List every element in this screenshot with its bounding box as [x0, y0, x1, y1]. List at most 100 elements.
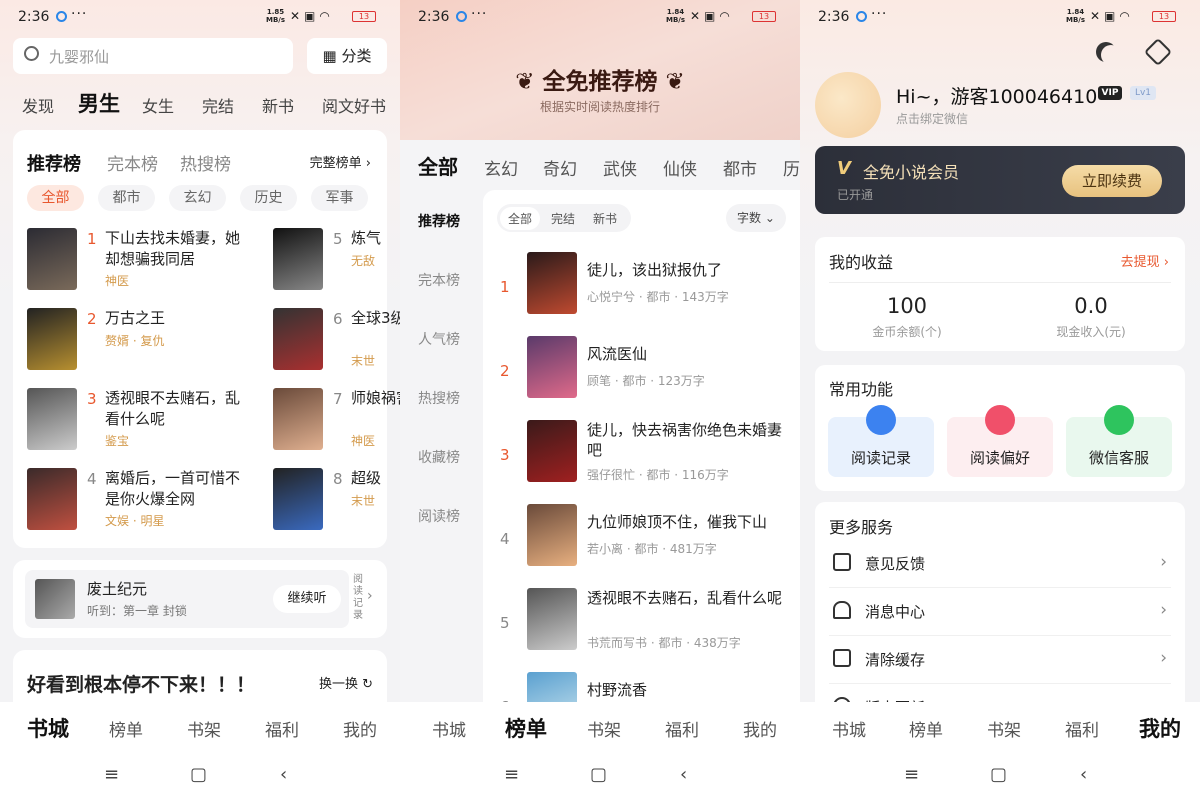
sidebar-item[interactable]: 人气榜: [418, 329, 460, 349]
tab-bookshelf[interactable]: 书架: [987, 716, 1021, 741]
tab-welfare[interactable]: 福利: [665, 716, 699, 741]
listening-item[interactable]: 废土纪元 听到：第一章 封锁 继续听: [25, 570, 349, 628]
tab-rankings[interactable]: 榜单: [109, 716, 143, 741]
genre-tab[interactable]: 都市: [723, 155, 757, 180]
full-list-link[interactable]: 完整榜单 ›: [310, 152, 371, 171]
tab-recommend-rank[interactable]: 推荐榜: [27, 150, 81, 176]
filter-new[interactable]: 新书: [593, 210, 617, 227]
tab-welfare[interactable]: 福利: [265, 716, 299, 741]
list-item[interactable]: 2 万古之王 赘婿 · 复仇: [27, 308, 217, 370]
list-item[interactable]: 8 超级 末世: [273, 468, 400, 530]
tab-discover[interactable]: 发现: [22, 93, 54, 117]
settings-icon[interactable]: [1143, 37, 1173, 67]
home-icon[interactable]: ▢: [990, 764, 1007, 785]
sidebar-item[interactable]: 推荐榜: [418, 211, 460, 231]
category-button[interactable]: ▦ 分类: [307, 38, 387, 74]
chip-history[interactable]: 历史: [240, 185, 297, 211]
tab-mine[interactable]: 我的: [743, 716, 777, 741]
chip-city[interactable]: 都市: [98, 185, 155, 211]
genre-tab[interactable]: 武侠: [603, 155, 637, 180]
menu-icon[interactable]: ≡: [504, 764, 519, 785]
back-icon[interactable]: ‹: [1080, 764, 1087, 785]
clear-cache-row[interactable]: 清除缓存 ›: [815, 636, 1185, 684]
book-meta: 顾笔 · 都市 · 123万字: [587, 374, 705, 388]
list-item[interactable]: 1 下山去找未婚妻，她却想骗我同居 神医: [27, 228, 240, 290]
profile-screen: 2:36 ··· 1.84 MB/s ✕▣◠ 13 Hi~，游客100046410…: [800, 0, 1200, 800]
tab-good-books[interactable]: 阅文好书: [322, 93, 386, 117]
home-icon[interactable]: ▢: [190, 764, 207, 785]
genre-tab[interactable]: 奇幻: [543, 155, 577, 180]
reading-history-button[interactable]: 阅读记录: [828, 405, 934, 477]
tab-hot-search-rank[interactable]: 热搜榜: [180, 150, 231, 175]
tab-finished[interactable]: 完结: [202, 93, 234, 117]
tab-mine[interactable]: 我的: [1139, 713, 1181, 743]
sidebar-item[interactable]: 收藏榜: [418, 447, 460, 467]
feedback-row[interactable]: 意见反馈 ›: [815, 540, 1185, 588]
tab-male[interactable]: 男生: [78, 88, 120, 118]
genre-tab[interactable]: 玄幻: [484, 155, 518, 180]
genre-tab[interactable]: 仙侠: [663, 155, 697, 180]
menu-icon[interactable]: ≡: [104, 764, 119, 785]
tab-mine[interactable]: 我的: [343, 716, 377, 741]
night-mode-icon[interactable]: [1101, 45, 1121, 65]
search-input[interactable]: 九婴邪仙: [13, 38, 293, 74]
continue-listen-button[interactable]: 继续听: [273, 585, 341, 613]
list-item[interactable]: 4 离婚后，一首可惜不是你火爆全网 文娱 · 明星: [27, 468, 240, 530]
filter-finished[interactable]: 完结: [551, 210, 575, 227]
tab-new[interactable]: 新书: [262, 93, 294, 117]
bind-wechat-link[interactable]: 点击绑定微信: [896, 110, 968, 127]
tab-bookstore[interactable]: 书城: [27, 713, 69, 743]
home-icon[interactable]: ▢: [590, 764, 607, 785]
vip-badge: VIP: [1098, 86, 1122, 100]
tab-bookshelf[interactable]: 书架: [187, 716, 221, 741]
list-item[interactable]: 5 透视眼不去赌石，乱看什么呢 书荒而写书 · 都市 · 438万字: [483, 588, 800, 658]
chip-fantasy[interactable]: 玄幻: [169, 185, 226, 211]
filter-all[interactable]: 全部: [500, 207, 541, 230]
word-count-sort[interactable]: 字数 ⌄: [726, 204, 786, 232]
tab-welfare[interactable]: 福利: [1065, 716, 1099, 741]
tab-rankings[interactable]: 榜单: [909, 716, 943, 741]
chevron-right-icon: ›: [1160, 600, 1167, 620]
tab-female[interactable]: 女生: [142, 93, 174, 117]
list-item[interactable]: 2 风流医仙 顾笔 · 都市 · 123万字: [483, 336, 800, 406]
chip-all[interactable]: 全部: [27, 185, 84, 211]
level-badge: Lv1: [1130, 86, 1156, 100]
tab-bookstore[interactable]: 书城: [832, 716, 866, 741]
back-icon[interactable]: ‹: [680, 764, 687, 785]
back-icon[interactable]: ‹: [280, 764, 287, 785]
tab-complete-rank[interactable]: 完本榜: [107, 150, 158, 175]
sidebar-item[interactable]: 热搜榜: [418, 388, 460, 408]
reading-preference-button[interactable]: 阅读偏好: [947, 405, 1053, 477]
list-item[interactable]: 7 师娘祸害 神医: [273, 388, 400, 450]
reading-history-link[interactable]: 阅读记录: [353, 574, 365, 622]
list-item[interactable]: 3 透视眼不去赌石，乱看什么呢 鉴宝: [27, 388, 240, 450]
list-item[interactable]: 5 炼气 无敌: [273, 228, 400, 290]
list-item[interactable]: 3 徒儿，快去祸害你绝色未婚妻吧 强仔很忙 · 都市 · 116万字: [483, 420, 800, 490]
sidebar-item[interactable]: 阅读榜: [418, 506, 460, 526]
tab-bookshelf[interactable]: 书架: [587, 716, 621, 741]
withdraw-link[interactable]: 去提现 ›: [1121, 251, 1169, 270]
chip-military[interactable]: 军事: [311, 185, 368, 211]
list-item[interactable]: 1 徒儿，该出狱报仇了 心悦宁兮 · 都市 · 143万字: [483, 252, 800, 322]
laurel-left-icon: ❦: [515, 69, 543, 95]
vip-logo-icon: V: [837, 158, 851, 179]
avatar[interactable]: [815, 72, 881, 138]
app-notification-icon: [456, 11, 467, 22]
message-center-row[interactable]: 消息中心 ›: [815, 588, 1185, 636]
list-item[interactable]: 4 九位师娘顶不住，催我下山 若小离 · 都市 · 481万字: [483, 504, 800, 574]
book-tag: 文娱 · 明星: [105, 514, 165, 528]
list-item[interactable]: 6 全球3级文 末世: [273, 308, 400, 370]
tab-rankings[interactable]: 榜单: [505, 713, 547, 743]
signal-wifi-icons: ✕▣◠: [690, 9, 734, 23]
renew-button[interactable]: 立即续费: [1062, 165, 1162, 197]
book-title: 师娘祸害: [351, 389, 400, 407]
sidebar-item[interactable]: 完本榜: [418, 270, 460, 290]
tab-bookstore[interactable]: 书城: [432, 716, 466, 741]
wechat-service-button[interactable]: 微信客服: [1066, 405, 1172, 477]
genre-tab[interactable]: 历: [783, 155, 800, 180]
genre-tab[interactable]: 全部: [418, 151, 458, 180]
swap-button[interactable]: 换一换 ↻: [319, 673, 373, 692]
battery-icon: 13: [1152, 11, 1176, 22]
menu-icon[interactable]: ≡: [904, 764, 919, 785]
divider: [829, 282, 1171, 283]
